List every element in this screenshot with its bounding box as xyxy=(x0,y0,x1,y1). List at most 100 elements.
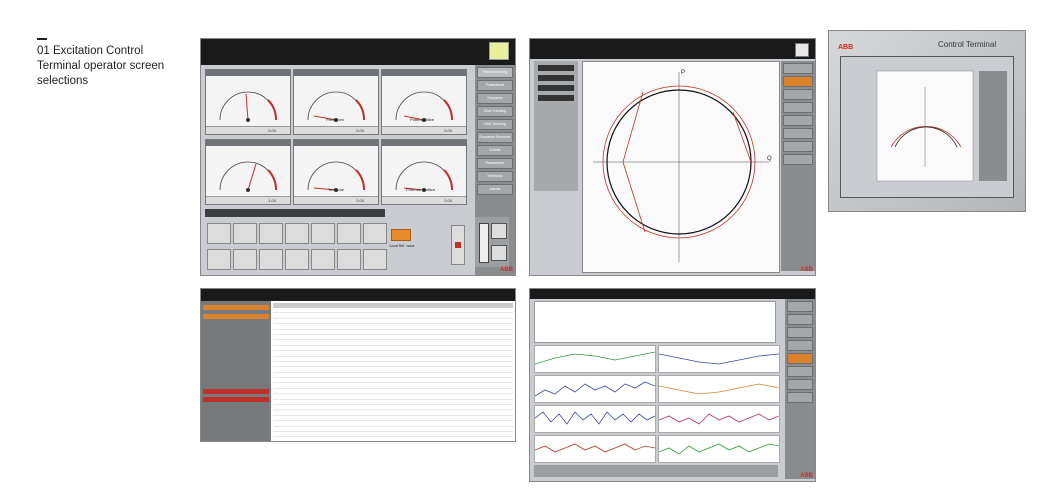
control-button[interactable] xyxy=(259,249,283,270)
control-button[interactable] xyxy=(207,223,231,244)
gauge-value: 0.00 xyxy=(444,128,452,133)
trend-panel xyxy=(658,375,780,403)
pq-plot-area: P Q xyxy=(582,61,780,273)
control-button[interactable] xyxy=(337,223,361,244)
pq-diagram: P Q xyxy=(593,70,772,262)
gauge: Feldstrom 0.00 xyxy=(293,69,379,135)
event-list-screen xyxy=(200,288,516,442)
arrow-up-icon[interactable] xyxy=(491,223,507,239)
caption-number: 01 xyxy=(37,44,50,57)
control-button[interactable] xyxy=(311,249,335,270)
control-button[interactable] xyxy=(363,249,387,270)
trends-header xyxy=(530,289,815,299)
sidebar-item[interactable]: Alarms xyxy=(477,184,513,195)
sidebar-item[interactable] xyxy=(787,353,813,364)
abb-logo: ABB xyxy=(500,267,513,273)
trend-panel xyxy=(534,345,656,373)
slider-track[interactable] xyxy=(479,223,489,263)
gauge-value: 0.00 xyxy=(444,198,452,203)
device-screen xyxy=(840,56,1014,198)
lock-icon xyxy=(455,242,461,248)
control-button[interactable] xyxy=(285,249,309,270)
pq-left-panel xyxy=(534,61,578,191)
control-button[interactable] xyxy=(337,249,361,270)
control-button[interactable] xyxy=(233,223,257,244)
gauge-value-bar: 0.00 xyxy=(206,126,290,134)
events-table[interactable] xyxy=(273,303,513,441)
gauge: Potenza reattiva 0.00 xyxy=(381,139,467,205)
sidebar-item[interactable]: Events xyxy=(477,145,513,156)
sidebar-item[interactable] xyxy=(787,366,813,377)
alarm-button[interactable] xyxy=(391,229,411,241)
gauge-dial xyxy=(219,161,278,192)
status-strip xyxy=(205,209,385,217)
lock-icon[interactable] xyxy=(795,43,809,57)
table-row[interactable] xyxy=(273,437,513,441)
pq-sidebar xyxy=(781,61,815,271)
sidebar-item[interactable] xyxy=(783,102,813,113)
gauge-dial xyxy=(219,91,278,122)
trends-sidebar xyxy=(785,299,815,479)
arrow-down-icon[interactable] xyxy=(491,245,507,261)
sidebar-item[interactable] xyxy=(783,76,813,87)
abb-logo: ABB xyxy=(800,267,813,273)
events-header xyxy=(201,289,515,301)
sidebar-item[interactable] xyxy=(783,128,813,139)
gauge-name: Potenz.aktive xyxy=(410,117,435,122)
gauges-screen: Parametrierung Powersheet Diagrams Slow … xyxy=(200,38,516,276)
sidebar-item[interactable] xyxy=(783,141,813,152)
sidebar-item[interactable]: Powersheet xyxy=(477,80,513,91)
sidebar-item[interactable]: Sequence Recorder xyxy=(477,132,513,143)
trend-panel xyxy=(534,435,656,463)
control-terminal-device: ABB Control Terminal xyxy=(828,30,1026,212)
trend-panel xyxy=(534,375,656,403)
gauge-value: 0.00 xyxy=(356,198,364,203)
slider-panel[interactable] xyxy=(475,217,509,267)
sidebar-item[interactable] xyxy=(787,392,813,403)
sidebar-item[interactable] xyxy=(787,379,813,390)
device-title: Control Terminal xyxy=(938,40,997,49)
control-button[interactable] xyxy=(363,223,387,244)
trends-table xyxy=(534,301,776,343)
gauge-value-bar: 1.00 xyxy=(206,196,290,204)
gauge: Potenz.aktive 0.00 xyxy=(381,69,467,135)
control-button[interactable] xyxy=(311,223,335,244)
caption-text: Excitation Control Terminal operator scr… xyxy=(37,44,165,87)
control-button[interactable] xyxy=(207,249,231,270)
lock-button[interactable] xyxy=(451,225,465,265)
trends-toolbar xyxy=(534,465,778,477)
sidebar-item[interactable]: Diagrams xyxy=(477,93,513,104)
trend-panel xyxy=(534,405,656,433)
gauge-value-bar: 0.00 xyxy=(294,196,378,204)
gauge-value: 0.00 xyxy=(268,128,276,133)
gauge-value-bar: 0.00 xyxy=(294,126,378,134)
gauge-name: Feldstrom xyxy=(326,117,344,122)
trend-panel xyxy=(658,435,780,463)
sidebar-item[interactable]: Fast Trending xyxy=(477,119,513,130)
gauge-value-bar: 0.00 xyxy=(382,126,466,134)
sidebar-item[interactable]: Parametrierung xyxy=(477,67,513,78)
gauge-value: 0.00 xyxy=(356,128,364,133)
sidebar-item[interactable]: Slow Trending xyxy=(477,106,513,117)
gauge: 1.00 xyxy=(205,139,291,205)
sidebar-item[interactable] xyxy=(787,327,813,338)
sidebar-item[interactable] xyxy=(787,301,813,312)
sidebar-item[interactable] xyxy=(783,63,813,74)
axis-q: Q xyxy=(767,156,772,162)
control-button[interactable] xyxy=(285,223,309,244)
sidebar-item[interactable] xyxy=(787,340,813,351)
gauge-value: 1.00 xyxy=(268,198,276,203)
sidebar-item[interactable] xyxy=(783,154,813,165)
control-button[interactable] xyxy=(233,249,257,270)
device-brand: ABB xyxy=(838,44,854,51)
caption-dash xyxy=(37,38,47,40)
trend-panel xyxy=(658,345,780,373)
sidebar-item[interactable]: Interlocks xyxy=(477,171,513,182)
sidebar-item[interactable]: Parameters xyxy=(477,158,513,169)
sidebar-item[interactable] xyxy=(783,89,813,100)
gauge-name: Potenza reattiva xyxy=(406,187,435,192)
control-button[interactable] xyxy=(259,223,283,244)
sidebar-item[interactable] xyxy=(783,115,813,126)
trend-panel xyxy=(658,405,780,433)
sidebar-item[interactable] xyxy=(787,314,813,325)
